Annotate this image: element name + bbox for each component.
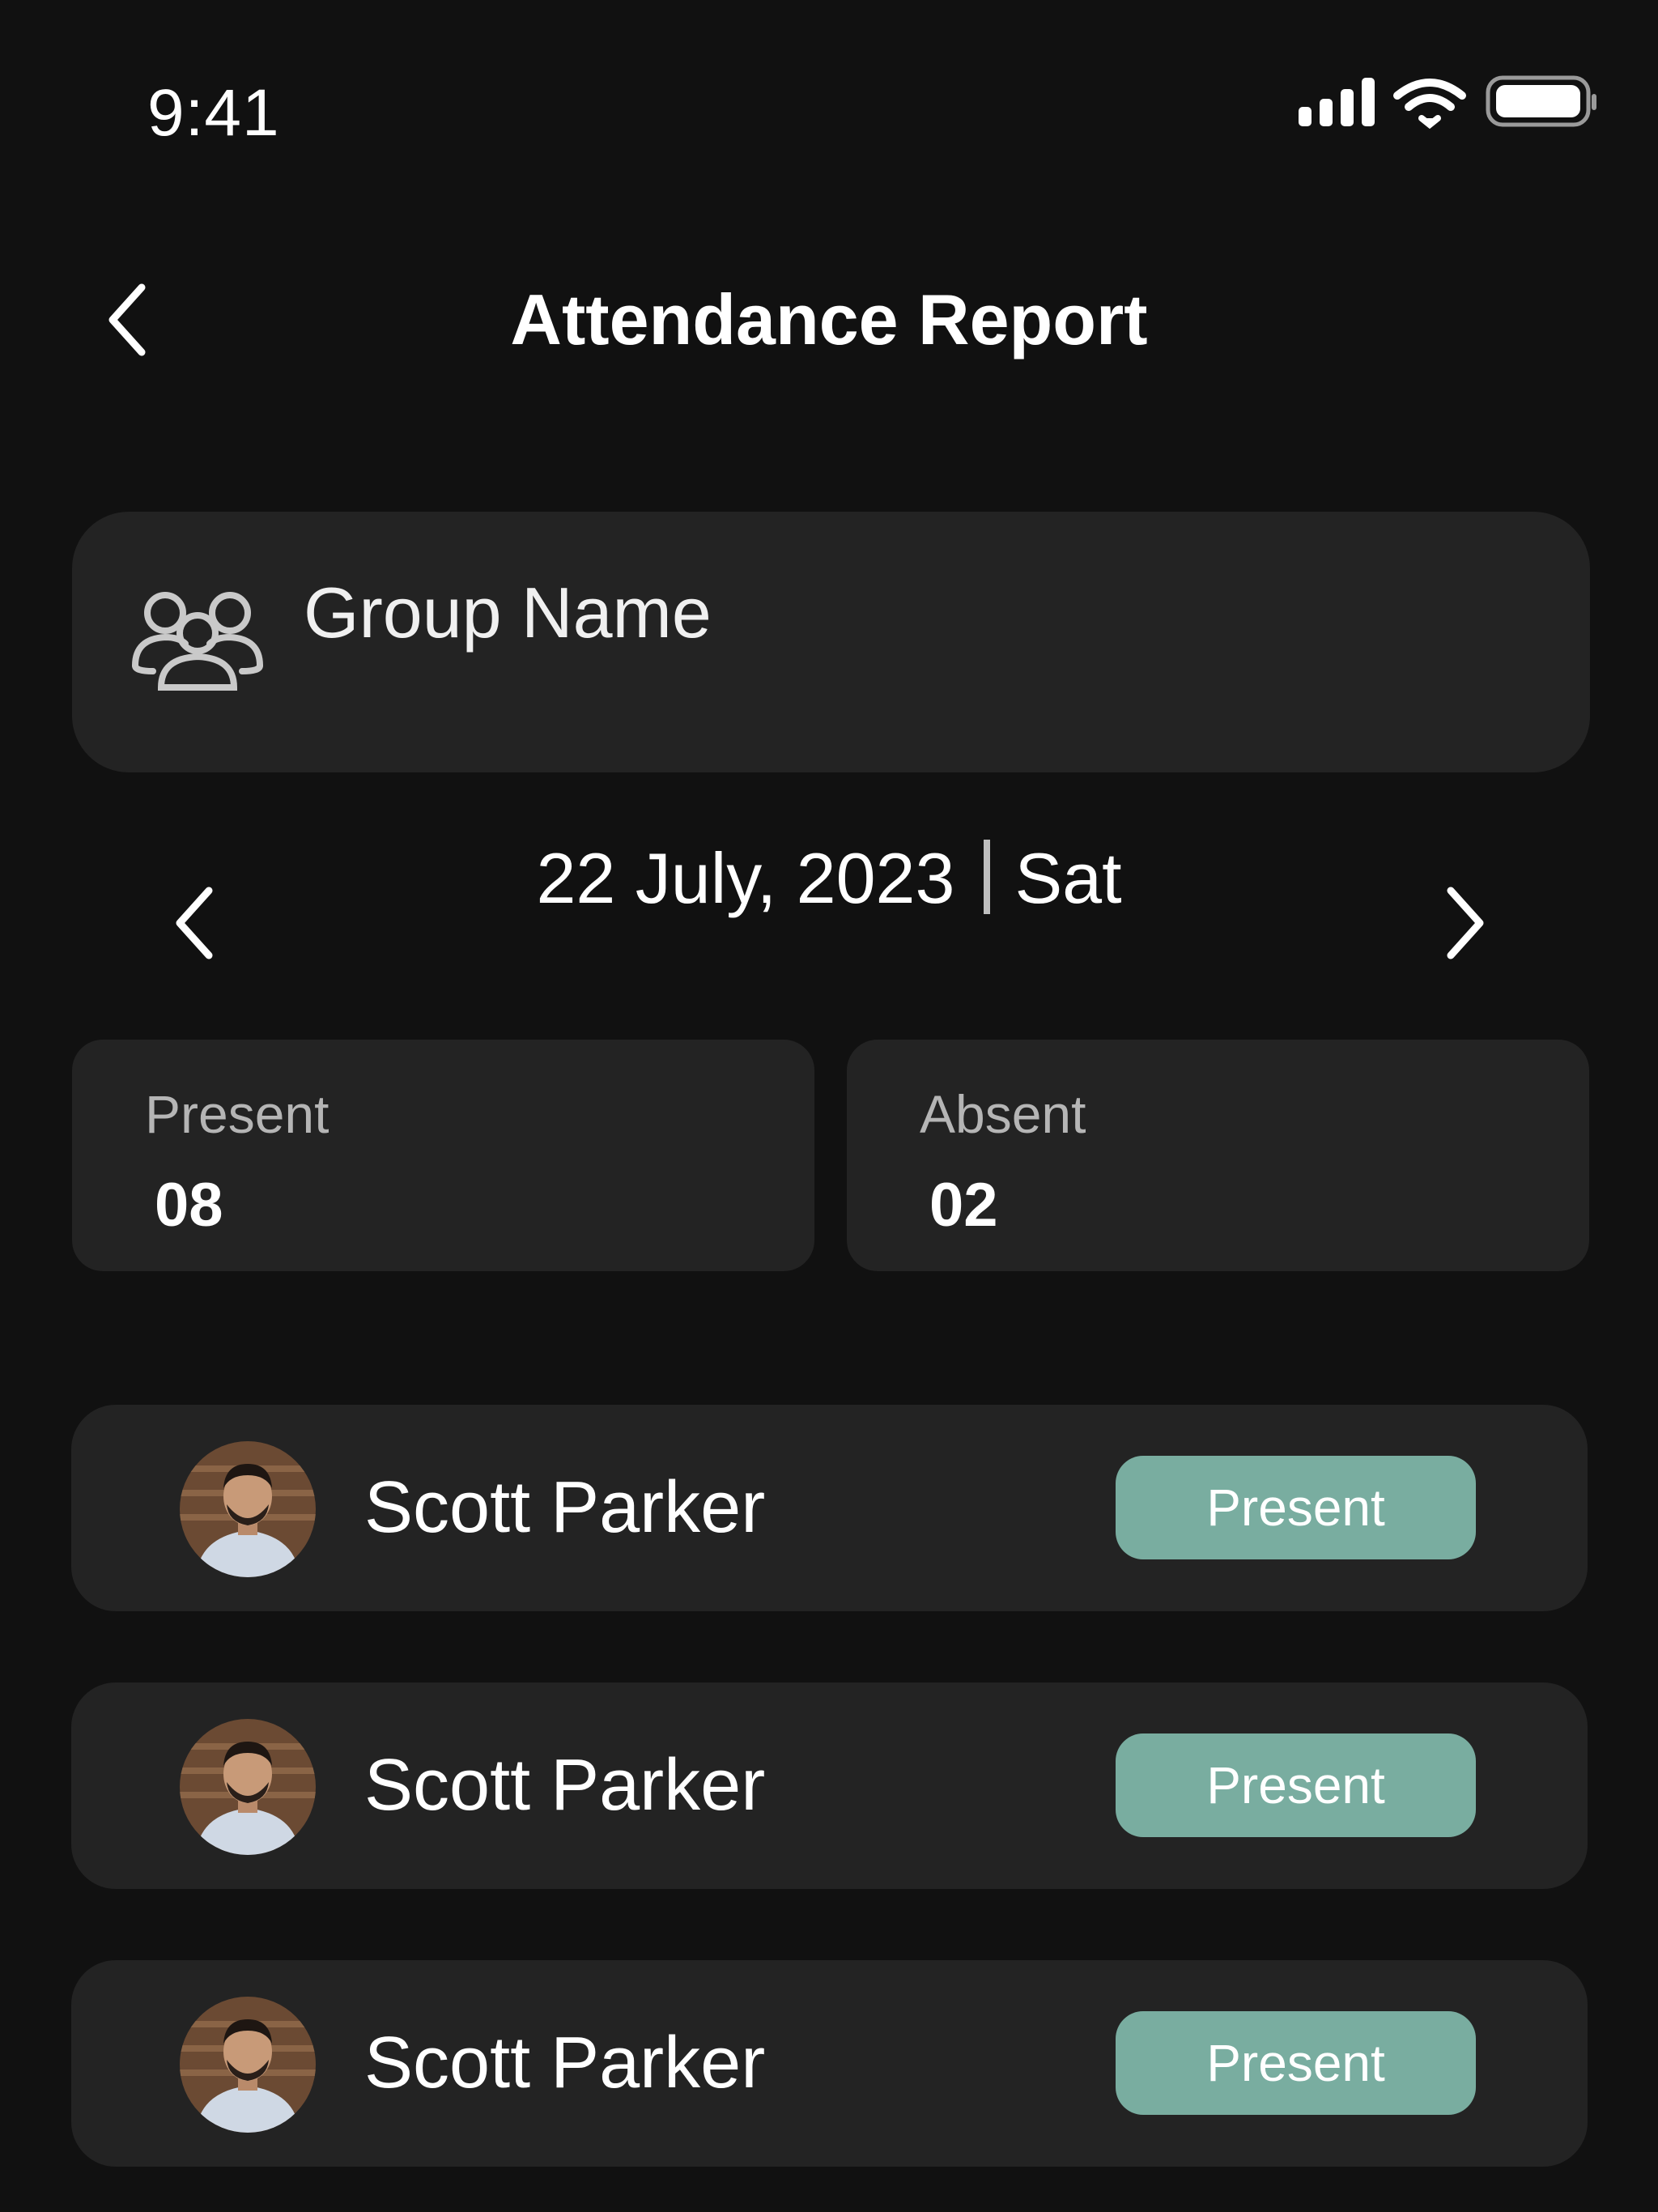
wifi-icon xyxy=(1393,79,1466,130)
status-badge[interactable]: Present xyxy=(1116,1733,1476,1837)
date-display: 22 July, 2023 Sat xyxy=(0,834,1658,923)
group-name: Group Name xyxy=(304,572,712,653)
group-name-field[interactable]: Group Name xyxy=(72,512,1590,772)
member-name: Scott Parker xyxy=(364,2023,766,2104)
present-count-card: Present 08 xyxy=(72,1040,814,1271)
status-badge[interactable]: Present xyxy=(1116,2011,1476,2115)
list-item[interactable]: Scott Parker Present xyxy=(71,1960,1588,2167)
avatar xyxy=(180,1997,316,2133)
member-name: Scott Parker xyxy=(364,1467,766,1548)
member-name: Scott Parker xyxy=(364,1745,766,1826)
status-badge[interactable]: Present xyxy=(1116,1456,1476,1559)
list-item[interactable]: Scott Parker Present xyxy=(71,1405,1588,1611)
absent-count-card: Absent 02 xyxy=(847,1040,1589,1271)
absent-label: Absent xyxy=(920,1084,1086,1144)
date-divider xyxy=(984,840,991,914)
status-time: 9:41 xyxy=(147,76,280,150)
avatar xyxy=(180,1441,316,1577)
absent-count: 02 xyxy=(929,1171,998,1240)
avatar xyxy=(180,1719,316,1855)
chevron-right-icon xyxy=(1447,887,1484,959)
page-title: Attendance Report xyxy=(510,279,1148,359)
battery-icon xyxy=(1486,75,1596,127)
date-label: 22 July, 2023 xyxy=(536,838,955,918)
list-item[interactable]: Scott Parker Present xyxy=(71,1682,1588,1889)
day-label: Sat xyxy=(1014,838,1122,918)
next-date-button[interactable] xyxy=(1433,878,1498,968)
present-label: Present xyxy=(145,1084,329,1144)
group-icon xyxy=(129,589,266,694)
present-count: 08 xyxy=(155,1171,223,1240)
signal-icon xyxy=(1299,78,1375,126)
status-icons xyxy=(1295,74,1599,131)
